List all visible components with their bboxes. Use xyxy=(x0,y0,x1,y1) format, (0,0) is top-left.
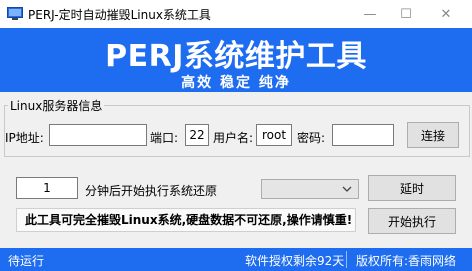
password-input[interactable] xyxy=(332,124,394,146)
mode-dropdown[interactable] xyxy=(261,179,359,199)
title-bar: PERJ-定时自动摧毁Linux系统工具 — ☐ ✕ xyxy=(0,0,472,29)
close-button[interactable]: ✕ xyxy=(428,0,464,28)
username-input[interactable] xyxy=(256,124,292,146)
ip-address-input[interactable] xyxy=(49,124,147,146)
monitor-icon xyxy=(7,7,23,20)
status-bar: 待运行 软件授权剩余92天 版权所有:香雨网络 xyxy=(0,248,472,271)
banner-subtitle: 高效 稳定 纯净 xyxy=(181,75,291,91)
minutes-suffix-label: 分钟后开始执行系统还原 xyxy=(85,184,218,198)
minutes-input[interactable] xyxy=(16,177,78,199)
password-label: 密码: xyxy=(297,131,326,145)
license-status: 软件授权剩余92天 xyxy=(245,254,345,268)
username-label: 用户名: xyxy=(213,131,254,145)
server-info-group-label: Linux服务器信息 xyxy=(8,97,105,114)
warning-message: 此工具可完全摧毁Linux系统,硬盘数据不可还原,操作请慎重! xyxy=(16,208,356,232)
chevron-down-icon xyxy=(342,186,352,192)
maximize-button[interactable]: ☐ xyxy=(388,0,424,28)
minimize-button[interactable]: — xyxy=(352,0,388,28)
port-label: 端口: xyxy=(150,131,179,145)
window-title: PERJ-定时自动摧毁Linux系统工具 xyxy=(28,8,211,22)
port-input[interactable] xyxy=(185,124,209,146)
ip-label: IP地址: xyxy=(5,131,44,145)
status-state: 待运行 xyxy=(8,254,45,268)
delay-button[interactable]: 延时 xyxy=(368,175,456,201)
connect-button[interactable]: 连接 xyxy=(407,122,459,148)
start-execute-button[interactable]: 开始执行 xyxy=(368,208,456,234)
copyright-text: 版权所有:香雨网络 xyxy=(356,254,457,268)
banner-title: PERJ系统维护工具 xyxy=(105,39,367,74)
status-divider xyxy=(346,251,347,268)
header-banner: PERJ系统维护工具 高效 稳定 纯净 xyxy=(0,28,472,92)
